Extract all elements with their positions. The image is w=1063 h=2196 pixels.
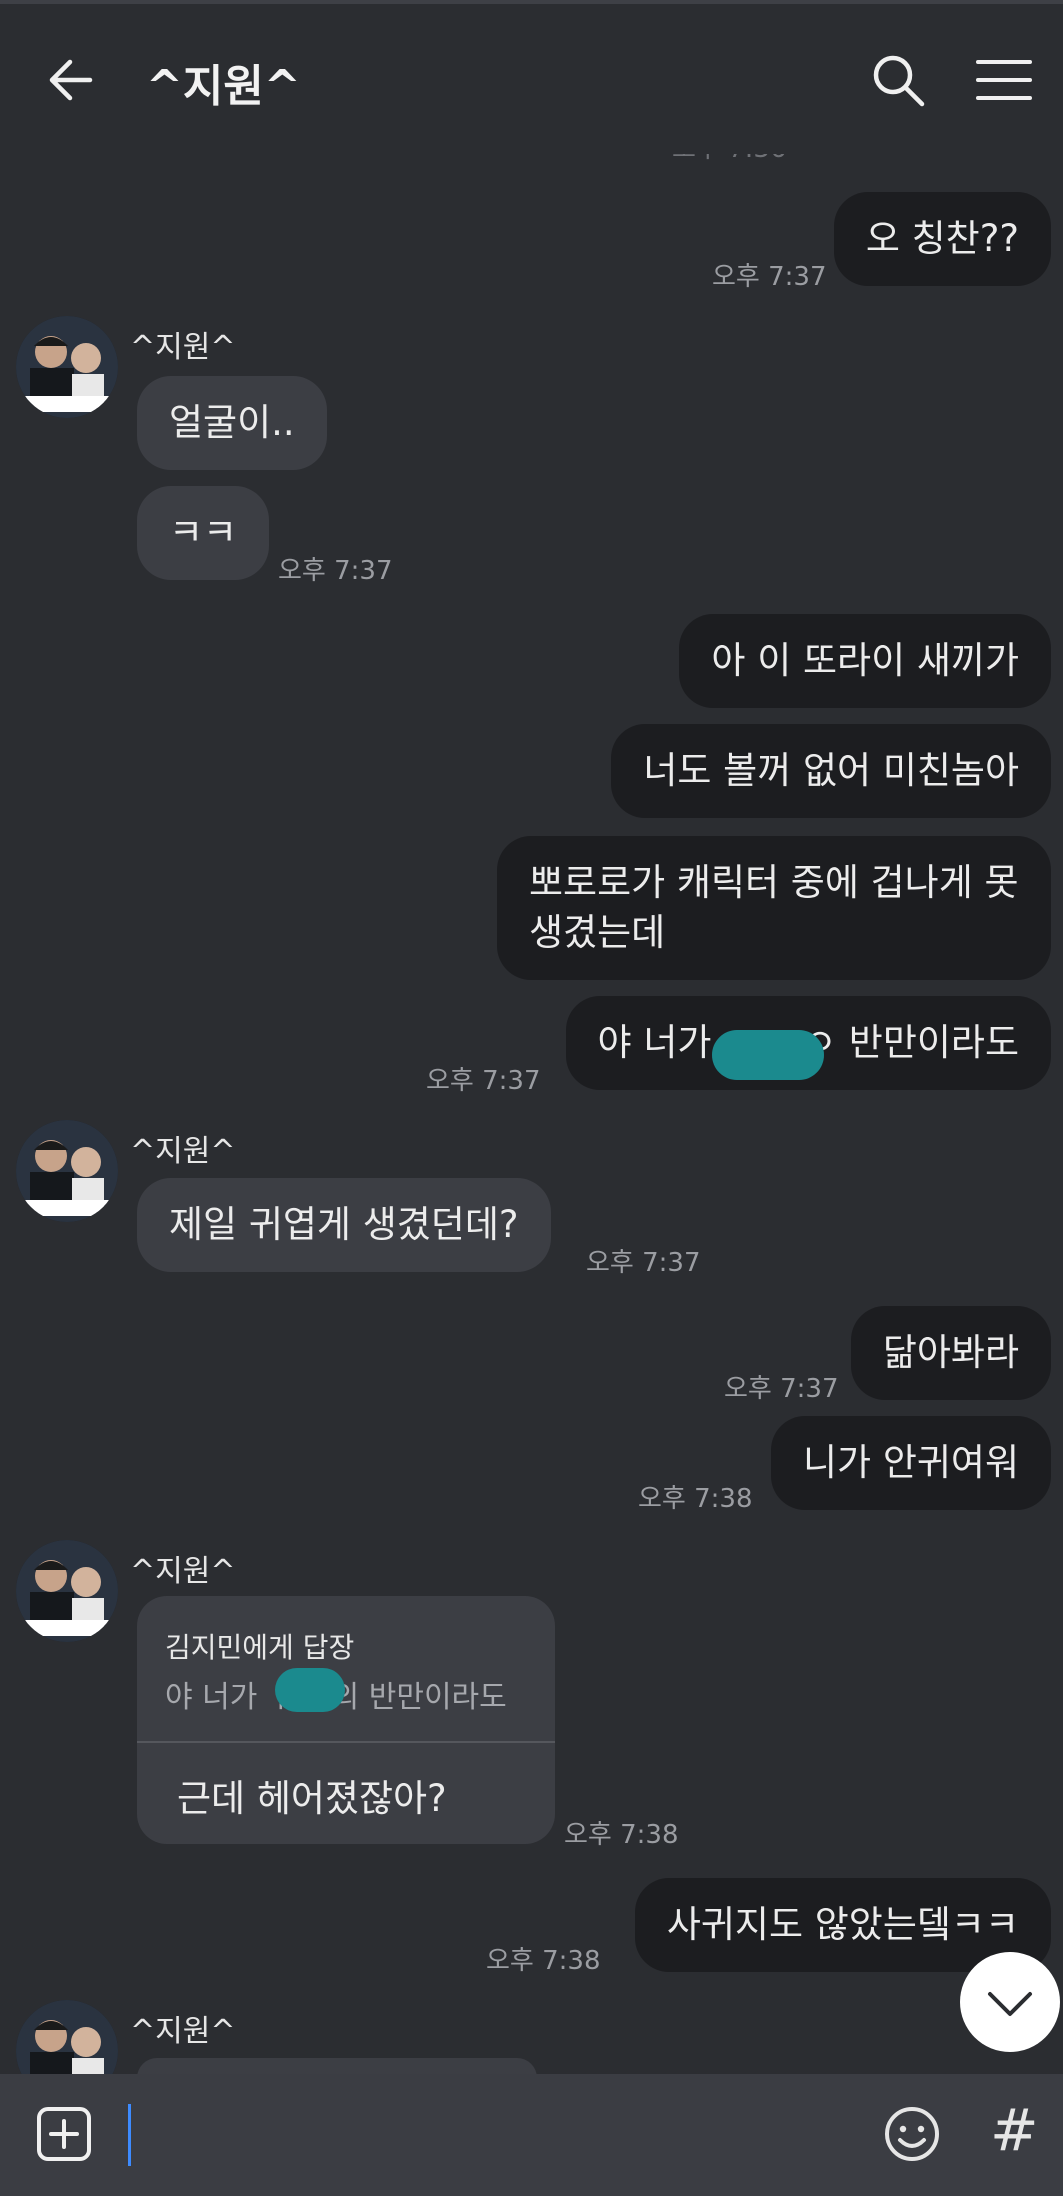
avatar[interactable] — [16, 1120, 118, 1222]
redaction-mark — [275, 1668, 345, 1712]
profile-photo-icon — [16, 316, 118, 418]
reply-text: 근데 헤어졌잖아? — [177, 1777, 447, 1820]
scroll-to-bottom-button[interactable] — [960, 1952, 1060, 2052]
message-input-bar: # — [0, 2074, 1063, 2196]
message-time: 오후 7:37 — [724, 1374, 839, 1404]
sender-name: ^지원^ — [130, 330, 236, 365]
outgoing-message[interactable]: 너도 볼꺼 없어 미친놈아 — [611, 724, 1051, 818]
message-time: 오후 7:37 — [278, 556, 393, 586]
outgoing-message[interactable]: 아 이 또라이 새끼가 — [679, 614, 1051, 708]
chat-title: ^지원^ — [146, 61, 301, 112]
sender-name: ^지원^ — [130, 1134, 236, 1169]
chat-header: ^지원^ — [0, 4, 1063, 154]
message-time: 오후 7:37 — [712, 262, 827, 292]
incoming-message[interactable]: 얼굴이.. — [137, 376, 327, 470]
back-button[interactable] — [44, 52, 100, 108]
chevron-down-icon — [988, 1992, 1032, 2016]
outgoing-message[interactable]: 니가 안귀여워 — [770, 1416, 1051, 1510]
redaction-mark — [712, 1030, 824, 1080]
sender-name: ^지원^ — [130, 2014, 236, 2049]
smiley-icon — [885, 2107, 939, 2161]
outgoing-message[interactable]: 닮아봐라 — [850, 1306, 1051, 1400]
hamburger-menu-icon — [976, 60, 1032, 100]
attach-button[interactable] — [36, 2106, 92, 2162]
message-time: 오후 7:37 — [426, 1066, 541, 1096]
arrow-left-icon — [49, 59, 93, 101]
avatar[interactable] — [16, 1540, 118, 1642]
message-time: 오후 7:37 — [586, 1248, 701, 1278]
outgoing-message[interactable]: 뽀로로가 캐릭터 중에 겁나게 못생겼는데 — [497, 836, 1051, 980]
reply-divider — [137, 1741, 555, 1743]
avatar[interactable] — [16, 316, 118, 418]
message-time: 오후 7:38 — [564, 1820, 679, 1850]
sender-name: ^지원^ — [130, 1554, 236, 1589]
reply-message[interactable]: 김지민에게 답장 야 너가 ㅣ ㅇ의 반만이라도 근데 헤어졌잖아? — [137, 1596, 555, 1844]
profile-photo-icon — [16, 1540, 118, 1642]
search-icon — [873, 55, 925, 107]
incoming-message[interactable]: ㅋㅋ — [137, 486, 270, 580]
outgoing-message[interactable]: 오 칭찬?? — [833, 192, 1051, 286]
menu-button[interactable] — [974, 56, 1034, 104]
hashtag-button[interactable]: # — [990, 2096, 1039, 2164]
profile-photo-icon — [16, 1120, 118, 1222]
plus-square-icon — [37, 2107, 91, 2161]
search-button[interactable] — [870, 52, 926, 108]
message-time: 오후 7:38 — [486, 1946, 601, 1976]
text-input-cursor[interactable] — [128, 2104, 131, 2166]
message-time: 오후 7:38 — [638, 1484, 753, 1514]
incoming-message[interactable]: 제일 귀엽게 생겼던데? — [137, 1178, 551, 1272]
reply-header: 김지민에게 답장 — [165, 1631, 355, 1664]
emoji-button[interactable] — [882, 2104, 942, 2164]
